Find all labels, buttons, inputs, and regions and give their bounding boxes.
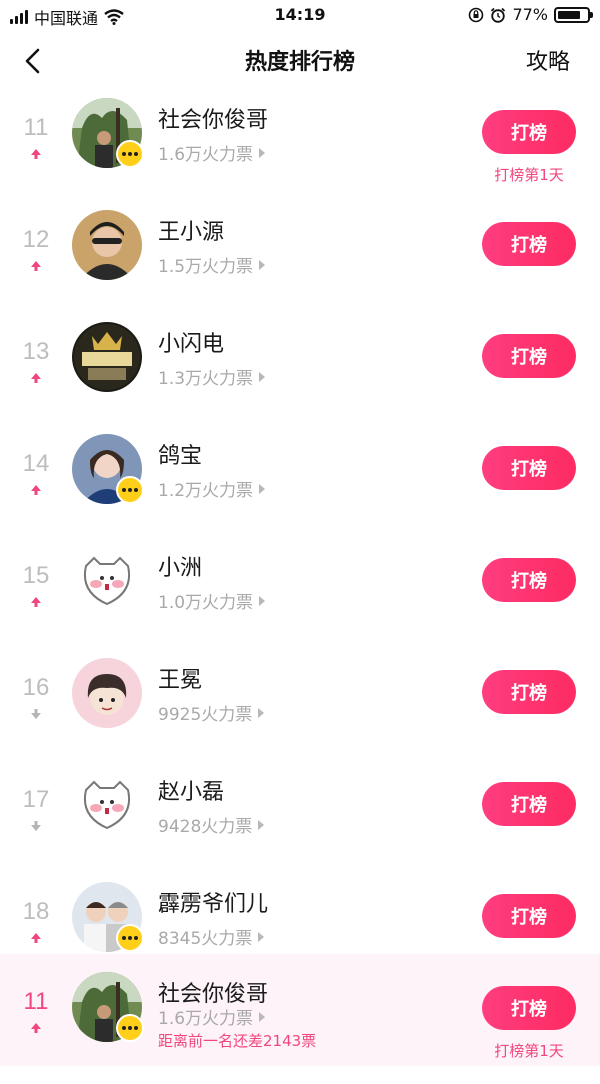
rank-number: 15 — [22, 562, 50, 589]
vote-count[interactable]: 1.6万火力票 — [158, 1004, 266, 1029]
trend-up-icon — [31, 261, 41, 271]
trend-down-icon — [31, 821, 41, 831]
vote-count-text: 8345火力票 — [158, 929, 253, 949]
vote-button[interactable]: 打榜 — [482, 110, 576, 154]
trend-up-icon — [31, 373, 41, 383]
streamer-name: 霹雳爷们儿 — [158, 892, 269, 917]
vote-button[interactable]: 打榜 — [482, 222, 576, 266]
gap-to-previous: 距离前一名还差2143票 — [158, 1032, 317, 1050]
vip-badge-icon — [116, 476, 144, 504]
avatar[interactable] — [72, 770, 142, 840]
vote-button[interactable]: 打榜 — [482, 670, 576, 714]
vote-count-text: 1.2万火力票 — [158, 481, 254, 501]
rank-number: 13 — [22, 338, 50, 365]
vote-button[interactable]: 打榜 — [482, 334, 576, 378]
rank-number: 16 — [22, 674, 50, 701]
arrow-right-icon — [258, 819, 265, 830]
my-ranking-bar: 11 社会你俊哥 1.6万火力票 距离前一名还差2143票 打榜 打榜第1天 — [0, 954, 600, 1066]
arrow-right-icon — [259, 483, 266, 494]
vote-button[interactable]: 打榜 — [482, 558, 576, 602]
rank-number: 18 — [22, 898, 50, 925]
rank-number: 14 — [22, 450, 50, 477]
vote-button[interactable]: 打榜 — [482, 986, 576, 1030]
vote-count[interactable]: 1.0万火力票 — [158, 588, 266, 613]
vip-badge-icon — [116, 1014, 144, 1042]
status-right: 77% — [468, 5, 593, 24]
streamer-name: 社会你俊哥 — [158, 108, 269, 133]
vote-count-text: 1.5万火力票 — [158, 257, 254, 277]
avatar[interactable] — [72, 322, 142, 392]
vote-count[interactable]: 9428火力票 — [158, 812, 265, 837]
status-bar: 中国联通 14:19 77% — [0, 0, 600, 30]
ranking-row[interactable]: 14 鸽宝 1.2万火力票 打榜 — [0, 434, 600, 546]
vote-streak-text: 打榜第1天 — [494, 1042, 564, 1060]
arrow-right-icon — [259, 147, 266, 158]
battery-icon — [554, 6, 593, 23]
streamer-name: 王冕 — [158, 668, 203, 693]
vote-count-text: 1.6万火力票 — [158, 1009, 254, 1029]
vote-count[interactable]: 1.5万火力票 — [158, 252, 266, 277]
trend-down-icon — [31, 709, 41, 719]
streamer-name: 王小源 — [158, 220, 225, 245]
trend-up-icon — [31, 485, 41, 495]
arrow-right-icon — [259, 595, 266, 606]
streamer-name: 鸽宝 — [158, 444, 203, 469]
rank-number: 11 — [23, 988, 49, 1015]
ranking-row[interactable]: 13 小闪电 1.3万火力票 打榜 — [0, 322, 600, 434]
alarm-icon — [491, 7, 506, 23]
trend-up-icon — [31, 933, 41, 943]
avatar[interactable] — [72, 658, 142, 728]
trend-up-icon — [31, 149, 41, 159]
ranking-row[interactable]: 11 社会你俊哥 1.6万火力票 打榜打榜第1天 — [0, 98, 600, 210]
vote-button[interactable]: 打榜 — [482, 446, 576, 490]
vote-count[interactable]: 1.2万火力票 — [158, 476, 266, 501]
trend-up-icon — [31, 597, 41, 607]
vote-button[interactable]: 打榜 — [482, 894, 576, 938]
vote-button[interactable]: 打榜 — [482, 782, 576, 826]
streamer-name: 小闪电 — [158, 332, 225, 357]
nav-bar: 热度排行榜 攻略 — [0, 30, 600, 92]
page-title: 热度排行榜 — [244, 50, 355, 75]
my-ranking-row[interactable]: 11 社会你俊哥 1.6万火力票 距离前一名还差2143票 打榜 打榜第1天 — [0, 972, 600, 1084]
vote-count-text: 1.6万火力票 — [158, 145, 254, 165]
strategy-link[interactable]: 攻略 — [526, 44, 570, 76]
rotation-lock-icon — [469, 7, 484, 22]
streamer-name: 赵小磊 — [158, 780, 225, 805]
vote-streak-text: 打榜第1天 — [494, 166, 564, 184]
vote-count-text: 9925火力票 — [158, 705, 253, 725]
ranking-row[interactable]: 17 赵小磊 9428火力票 打榜 — [0, 770, 600, 882]
vip-badge-icon — [116, 140, 144, 168]
vote-count-text: 1.0万火力票 — [158, 593, 254, 613]
rank-number: 17 — [22, 786, 50, 813]
battery-percent: 77% — [512, 5, 548, 24]
avatar[interactable] — [72, 210, 142, 280]
vote-count-text: 1.3万火力票 — [158, 369, 254, 389]
vip-badge-icon — [116, 924, 144, 952]
arrow-right-icon — [258, 707, 265, 718]
vote-count[interactable]: 1.3万火力票 — [158, 364, 266, 389]
rank-number: 12 — [22, 226, 50, 253]
arrow-right-icon — [259, 371, 266, 382]
vote-count[interactable]: 8345火力票 — [158, 924, 265, 949]
vote-count[interactable]: 1.6万火力票 — [158, 140, 266, 165]
ranking-row[interactable]: 15 小洲 1.0万火力票 打榜 — [0, 546, 600, 658]
ranking-row[interactable]: 16 王冕 9925火力票 打榜 — [0, 658, 600, 770]
arrow-right-icon — [259, 1011, 266, 1022]
trend-up-icon — [31, 1023, 41, 1033]
ranking-row[interactable]: 12 王小源 1.5万火力票 打榜 — [0, 210, 600, 322]
rank-number: 11 — [23, 114, 49, 141]
arrow-right-icon — [259, 259, 266, 270]
streamer-name: 小洲 — [158, 556, 203, 581]
avatar[interactable] — [72, 546, 142, 616]
vote-count-text: 9428火力票 — [158, 817, 253, 837]
arrow-right-icon — [258, 931, 265, 942]
vote-count[interactable]: 9925火力票 — [158, 700, 265, 725]
